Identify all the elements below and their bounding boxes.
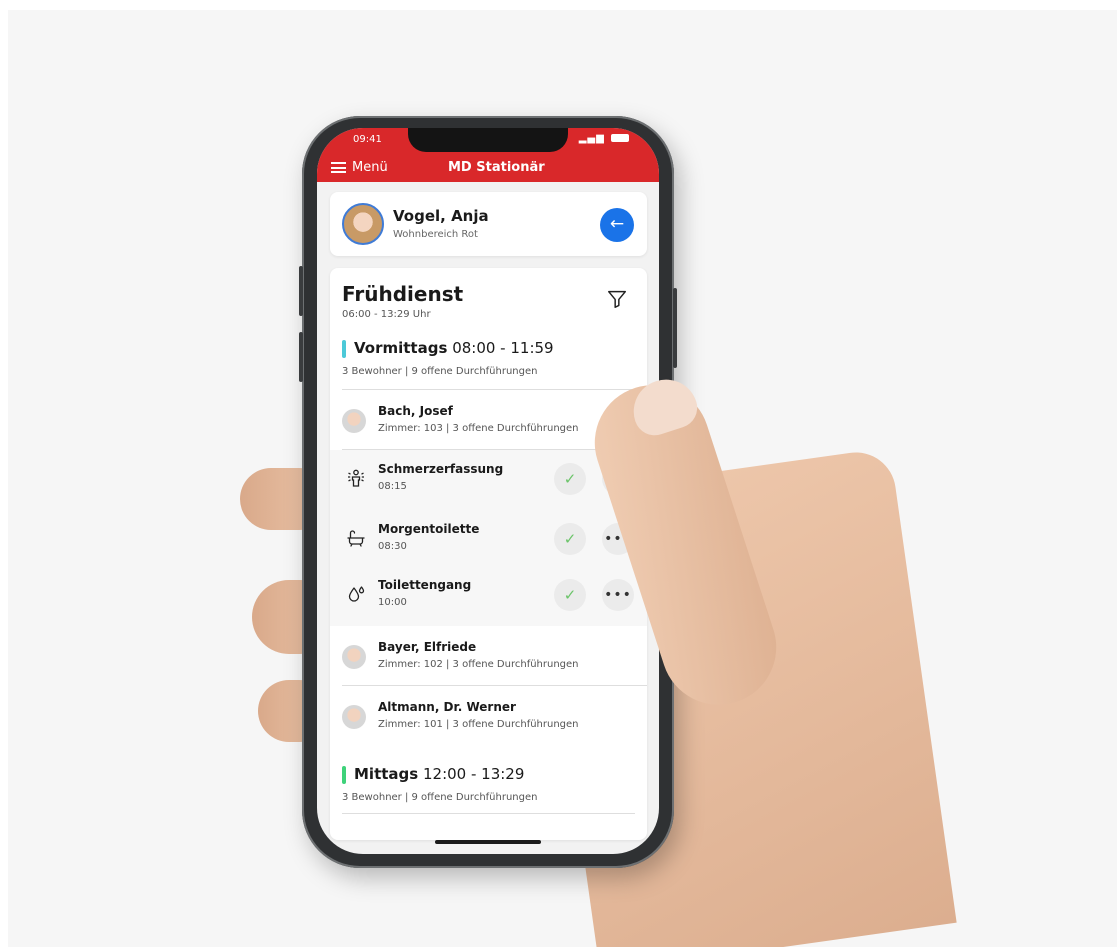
signal-icon: ▂▄▆: [578, 133, 605, 144]
resident-details: Zimmer: 103 | 3 offene Durchführungen: [378, 423, 579, 434]
filter-icon[interactable]: [606, 288, 628, 310]
more-icon: •••: [604, 587, 632, 603]
home-indicator: [435, 840, 541, 844]
task-name: Toilettengang: [378, 578, 472, 592]
section-name: Mittags: [354, 765, 419, 783]
power-button: [673, 288, 677, 368]
resident-name: Bayer, Elfriede: [378, 640, 477, 654]
back-button[interactable]: ←: [600, 208, 634, 242]
resident-row[interactable]: Bayer, Elfriede Zimmer: 102 | 3 offene D…: [330, 628, 647, 686]
more-options-button[interactable]: •••: [602, 579, 634, 611]
task-row[interactable]: Toilettengang 10:00 ✓ •••: [330, 566, 647, 622]
section-time: 12:00 - 13:29: [422, 765, 525, 783]
drops-icon: [348, 586, 365, 602]
user-avatar: [342, 203, 384, 245]
check-icon: ✓: [563, 530, 577, 548]
task-row[interactable]: Morgentoilette 08:30 ✓ •••: [330, 510, 647, 566]
user-name: Vogel, Anja: [393, 207, 489, 225]
section-summary: 3 Bewohner | 9 offene Durchführungen: [342, 792, 538, 803]
section-marker-vormittags: [342, 340, 346, 358]
check-icon: ✓: [563, 586, 577, 604]
user-card: Vogel, Anja Wohnbereich Rot ←: [330, 192, 647, 256]
shift-title: Frühdienst: [342, 282, 464, 306]
resident-details: Zimmer: 101 | 3 offene Durchführungen: [378, 719, 579, 730]
section-name: Vormittags: [354, 339, 448, 357]
divider: [342, 685, 647, 686]
task-time: 08:30: [378, 541, 407, 552]
shift-card: Frühdienst 06:00 - 13:29 Uhr Vormittags …: [330, 268, 647, 840]
arrow-left-icon: ←: [609, 214, 625, 234]
complete-task-button[interactable]: ✓: [554, 523, 586, 555]
section-marker-mittags: [342, 766, 346, 784]
app-title: MD Stationär: [448, 160, 545, 175]
task-list: Schmerzerfassung 08:15 ✓ ••• Morgentoile…: [330, 450, 647, 626]
bathtub-icon: [347, 530, 365, 547]
resident-name: Altmann, Dr. Werner: [378, 700, 516, 714]
resident-avatar: [342, 409, 366, 433]
section-title-vormittags[interactable]: Vormittags 08:00 - 11:59: [354, 339, 554, 357]
hamburger-icon: [331, 162, 346, 173]
pain-assessment-icon: [348, 469, 364, 487]
section-summary: 3 Bewohner | 9 offene Durchführungen: [342, 366, 538, 377]
task-name: Morgentoilette: [378, 522, 480, 536]
resident-avatar: [342, 705, 366, 729]
complete-task-button[interactable]: ✓: [554, 463, 586, 495]
phone-notch: [408, 128, 568, 152]
task-time: 08:15: [378, 481, 407, 492]
status-time: 09:41: [353, 134, 382, 145]
volume-up-button: [299, 266, 303, 316]
divider: [342, 813, 635, 814]
resident-row[interactable]: Altmann, Dr. Werner Zimmer: 101 | 3 offe…: [330, 688, 647, 746]
divider: [342, 389, 635, 390]
section-title-mittags[interactable]: Mittags 12:00 - 13:29: [354, 765, 524, 783]
section-time: 08:00 - 11:59: [452, 339, 554, 357]
status-icons: ▂▄▆: [579, 133, 629, 144]
resident-name: Bach, Josef: [378, 404, 453, 418]
menu-label: Menü: [352, 160, 388, 175]
menu-button[interactable]: Menü: [331, 160, 388, 175]
resident-avatar: [342, 645, 366, 669]
battery-icon: [611, 134, 629, 142]
volume-down-button: [299, 332, 303, 382]
task-name: Schmerzerfassung: [378, 462, 504, 476]
check-icon: ✓: [563, 470, 577, 488]
shift-time: 06:00 - 13:29 Uhr: [342, 309, 431, 320]
task-time: 10:00: [378, 597, 407, 608]
complete-task-button[interactable]: ✓: [554, 579, 586, 611]
resident-details: Zimmer: 102 | 3 offene Durchführungen: [378, 659, 579, 670]
user-ward: Wohnbereich Rot: [393, 229, 478, 240]
